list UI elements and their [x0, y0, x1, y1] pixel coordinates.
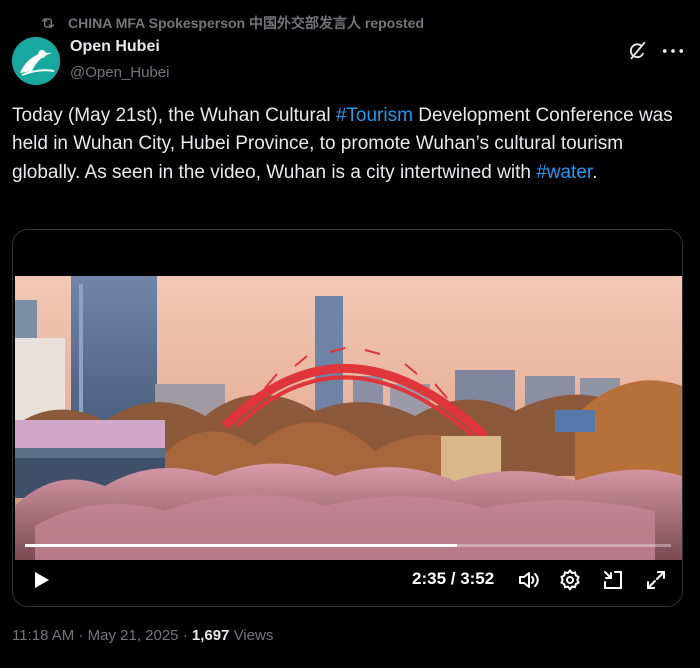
meta-separator: ·	[78, 627, 84, 644]
video-progress-fill	[25, 544, 457, 547]
video-frame[interactable]	[15, 276, 682, 560]
open-hubei-logo	[12, 37, 60, 85]
volume-icon[interactable]	[516, 568, 540, 592]
exit-fullscreen-icon[interactable]	[601, 568, 625, 592]
meta-separator: ·	[182, 627, 188, 644]
author-name[interactable]: Open Hubei	[70, 38, 160, 56]
settings-icon[interactable]	[558, 568, 582, 592]
repost-icon	[41, 18, 55, 28]
grok-icon[interactable]	[626, 40, 648, 62]
tweet-date[interactable]: May 21, 2025	[88, 627, 179, 644]
video-controls: 2:35 / 3:52	[13, 560, 682, 600]
views-count: 1,697	[191, 627, 230, 644]
tweet-time[interactable]: 11:18 AM	[12, 627, 74, 644]
tweet-text-part: Today (May 21st), the Wuhan Cultural	[12, 105, 336, 126]
more-icon[interactable]	[660, 40, 686, 62]
video-thumbnail-image	[15, 276, 682, 560]
repost-label: CHINA MFA Spokesperson 中国外交部发言人 reposted	[68, 15, 425, 31]
avatar[interactable]	[12, 37, 60, 85]
views-label: Views	[233, 627, 274, 644]
expand-icon[interactable]	[644, 568, 668, 592]
play-icon[interactable]	[29, 568, 53, 592]
tweet-meta: 11:18 AM · May 21, 2025 · 1,697 Views	[12, 627, 273, 644]
video-progress-bar[interactable]	[25, 544, 671, 547]
tweet-text-part: .	[592, 161, 598, 183]
hashtag-water-link[interactable]: #water	[536, 162, 592, 183]
video-time: 2:35 / 3:52	[412, 569, 495, 588]
repost-banner[interactable]: CHINA MFA Spokesperson 中国外交部发言人 reposted	[40, 13, 424, 33]
hashtag-tourism-link[interactable]: #Tourism	[336, 105, 413, 126]
video-player[interactable]: 2:35 / 3:52	[12, 229, 683, 607]
author-handle[interactable]: @Open_Hubei	[70, 64, 169, 81]
tweet-text: Today (May 21st), the Wuhan Cultural #To…	[12, 102, 682, 187]
